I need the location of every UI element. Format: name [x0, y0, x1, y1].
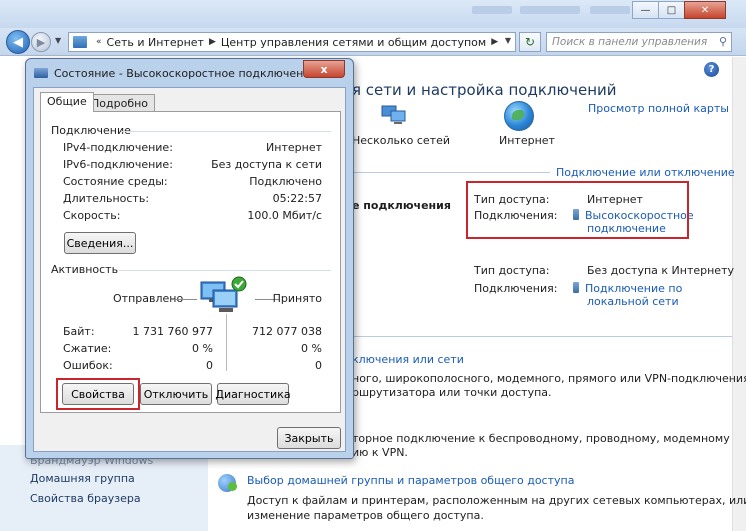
breadcrumb-network-center[interactable]: Центр управления сетями и общим доступом: [221, 36, 486, 49]
maximize-button[interactable]: □: [658, 1, 685, 19]
dialog-title: Состояние - Высокоскоростное подключение: [54, 66, 318, 80]
compression-label: Сжатие:: [63, 342, 112, 355]
section-divider: [352, 172, 550, 173]
errors-label: Ошибок:: [63, 359, 113, 372]
activity-divider: [226, 314, 227, 371]
address-dropdown-icon[interactable]: ▼: [505, 36, 511, 45]
network-activity-icon: [200, 276, 247, 312]
search-placeholder: Поиск в панели управления: [552, 36, 708, 48]
forward-button[interactable]: ▶: [31, 32, 51, 52]
help-icon[interactable]: ?: [704, 62, 719, 77]
control-panel-icon: [73, 36, 87, 48]
group-divider: [121, 131, 331, 132]
connection-group-label: Подключение: [51, 124, 131, 137]
ipv4-label: IPv4-подключение:: [63, 141, 173, 154]
bytes-received-value: 712 077 038: [252, 325, 322, 338]
homegroup-icon: [218, 474, 237, 492]
network-computers-icon: [381, 105, 406, 124]
close-window-button[interactable]: ✕: [684, 1, 726, 19]
general-tab-panel: Подключение IPv4-подключение: Интернет I…: [40, 111, 341, 413]
network2-connection-link[interactable]: Подключение по: [573, 282, 682, 295]
sidebar-item-homegroup[interactable]: Домашняя группа: [30, 472, 135, 485]
network-connection-icon: [34, 68, 48, 78]
duration-value: 05:22:57: [272, 192, 322, 205]
speed-label: Скорость:: [63, 209, 121, 222]
highlight-frame-properties: [56, 378, 140, 410]
view-full-map-link[interactable]: Просмотр полной карты: [588, 102, 729, 115]
titlebar-blur: [590, 6, 630, 14]
ipv6-label: IPv6-подключение:: [63, 158, 173, 171]
titlebar-blur: [520, 6, 580, 14]
errors-received-value: 0: [315, 359, 322, 372]
refresh-button[interactable]: ↻: [519, 32, 541, 52]
details-button[interactable]: Сведения...: [64, 232, 136, 254]
connect-network-desc2: ию к VPN.: [352, 446, 408, 459]
page-title: я сети и настройка подключений: [352, 81, 617, 99]
setup-connection-desc2: ршрутизатора или точки доступа.: [352, 386, 552, 399]
close-button[interactable]: Закрыть: [277, 427, 341, 449]
breadcrumb-chevron-icon[interactable]: ▶: [491, 37, 498, 47]
setup-connection-desc: ного, широкополосного, модемного, прямог…: [352, 372, 746, 385]
tab-general[interactable]: Общие: [40, 92, 94, 112]
highlight-frame-network1: [466, 181, 689, 239]
connect-network-desc: торное подключение к беспроводному, пров…: [352, 432, 730, 445]
homegroup-sharing-link[interactable]: Выбор домашней группы и параметров общег…: [247, 474, 574, 487]
explorer-titlebar: — □ ✕: [0, 0, 746, 28]
section-divider: [352, 336, 732, 337]
diagnostics-button[interactable]: Диагностика: [215, 383, 291, 405]
network2-access-label: Тип доступа:: [474, 264, 550, 277]
speed-value: 100.0 Мбит/с: [247, 209, 322, 222]
node-label-networks: Несколько сетей: [352, 134, 450, 147]
tab-details[interactable]: Подробно: [84, 94, 156, 112]
sent-line: [172, 299, 197, 300]
breadcrumb-chevron-icon[interactable]: ▶: [209, 37, 216, 47]
breadcrumb-chevron-icon[interactable]: «: [96, 37, 102, 47]
address-bar[interactable]: « Сеть и Интернет ▶ Центр управления сет…: [68, 32, 516, 52]
vertical-scrollbar[interactable]: [732, 57, 746, 531]
navigation-bar: ◀ ▶ ▼ « Сеть и Интернет ▶ Центр управлен…: [0, 28, 746, 56]
homegroup-desc2: изменение параметров общего доступа.: [247, 509, 484, 522]
search-input[interactable]: Поиск в панели управления ⚲: [546, 32, 732, 52]
status-dialog: Состояние - Высокоскоростное подключение…: [25, 58, 354, 459]
network2-access-value: Без доступа к Интернету: [587, 264, 734, 277]
errors-sent-value: 0: [206, 359, 213, 372]
back-button[interactable]: ◀: [6, 30, 30, 54]
search-icon[interactable]: ⚲: [719, 35, 727, 48]
connection-plug-icon: [573, 282, 579, 293]
caption-buttons: — □ ✕: [632, 1, 726, 19]
ipv4-value: Интернет: [266, 141, 322, 154]
bytes-label: Байт:: [63, 325, 95, 338]
sidebar-item-browser-properties[interactable]: Свойства браузера: [30, 492, 141, 505]
media-state-label: Состояние среды:: [63, 175, 168, 188]
recent-pages-dropdown[interactable]: ▼: [55, 36, 61, 45]
disconnect-button[interactable]: Отключить: [140, 383, 212, 405]
homegroup-desc: Доступ к файлам и принтерам, расположенн…: [247, 494, 746, 507]
breadcrumb-network-internet[interactable]: Сеть и Интернет: [107, 36, 204, 49]
minimize-button[interactable]: —: [632, 1, 659, 19]
setup-connection-link[interactable]: ключения или сети: [352, 353, 464, 366]
media-state-value: Подключено: [249, 175, 322, 188]
connect-disconnect-link[interactable]: Подключение или отключение: [556, 166, 735, 179]
ipv6-value: Без доступа к сети: [211, 158, 322, 171]
dialog-titlebar: Состояние - Высокоскоростное подключение: [34, 62, 317, 84]
compression-sent-value: 0 %: [192, 342, 213, 355]
activity-group-label: Активность: [51, 263, 119, 276]
compression-received-value: 0 %: [301, 342, 322, 355]
node-label-internet: Интернет: [499, 134, 555, 147]
dialog-close-button[interactable]: x: [303, 60, 345, 78]
dialog-body: Общие Подробно Подключение IPv4-подключе…: [33, 87, 346, 452]
group-divider: [119, 270, 331, 271]
internet-globe-icon: [504, 101, 534, 131]
titlebar-blur: [472, 6, 512, 14]
network1-name: е подключения: [352, 199, 451, 212]
network2-connection-link-line2[interactable]: локальной сети: [587, 295, 679, 308]
bytes-sent-value: 1 731 760 977: [132, 325, 213, 338]
network2-connections-label: Подключения:: [474, 282, 558, 295]
received-label: Принято: [272, 292, 322, 305]
duration-label: Длительность:: [63, 192, 150, 205]
